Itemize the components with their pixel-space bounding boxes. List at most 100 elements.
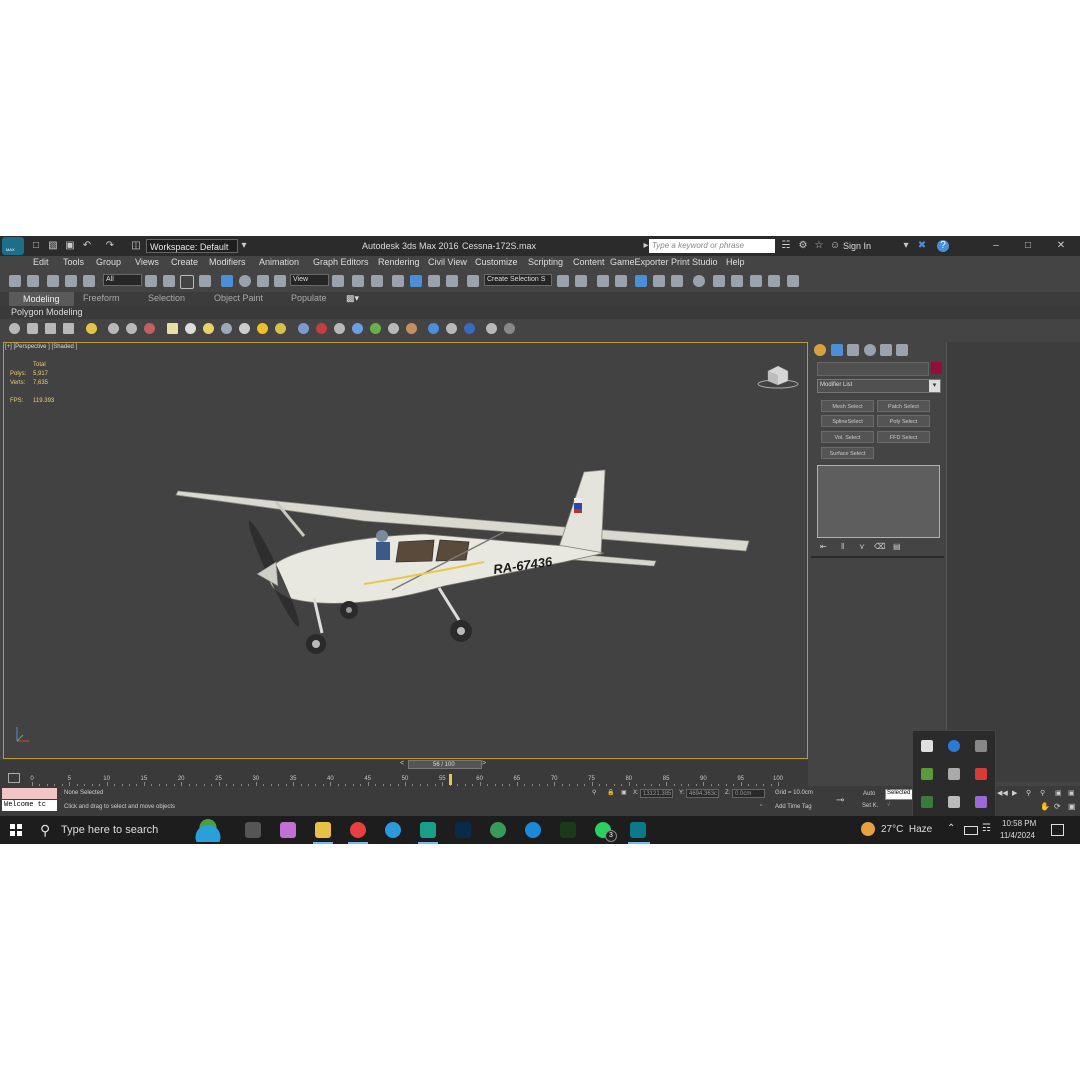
tool-icon-22[interactable] — [428, 323, 439, 334]
select-manipulate-icon[interactable] — [352, 275, 364, 287]
windows-start-icon[interactable] — [10, 824, 22, 836]
subscription-icon[interactable]: ⚙ — [797, 240, 809, 252]
save-icon[interactable]: ▣ — [64, 240, 76, 252]
ribbon-tab-object-paint[interactable]: Object Paint — [214, 293, 263, 303]
named-selection-set-dropdown[interactable]: Create Selection S — [484, 274, 552, 286]
clock-time[interactable]: 10:58 PM — [1002, 819, 1036, 828]
tool-icon-19[interactable] — [370, 323, 381, 334]
pivot-center-icon[interactable] — [332, 275, 344, 287]
nvidia-icon[interactable] — [921, 768, 933, 780]
display-tab-icon[interactable] — [880, 344, 892, 356]
curve-editor-icon[interactable] — [653, 275, 665, 287]
minimize-icon[interactable]: – — [990, 240, 1002, 252]
spline-select-button[interactable]: SplineSelect — [821, 415, 874, 427]
hemisphere-icon[interactable] — [185, 323, 196, 334]
key-filter-selected-box[interactable]: Selected — [885, 789, 913, 800]
selection-filter-dropdown[interactable]: All — [103, 274, 142, 286]
tool-icon-8[interactable] — [144, 323, 155, 334]
undo-tool-icon[interactable] — [9, 275, 21, 287]
tool-icon-23[interactable] — [446, 323, 457, 334]
open-file-icon[interactable]: ▧ — [47, 240, 59, 252]
poly-select-button[interactable]: Poly Select — [877, 415, 930, 427]
bind-space-warp-icon[interactable] — [83, 275, 95, 287]
menu-customize[interactable]: Customize — [475, 257, 518, 267]
rendered-frame-icon[interactable] — [731, 275, 743, 287]
workspace-chevron-icon[interactable]: ▾ — [238, 240, 250, 252]
file-explorer-icon[interactable] — [315, 822, 331, 838]
orbit-icon[interactable]: ⟳ — [1054, 802, 1061, 811]
modifier-list-dropdown[interactable]: Modifier List ▾ — [817, 379, 941, 393]
add-time-tag-text[interactable]: Add Time Tag — [775, 804, 812, 810]
menu-graph-editors[interactable]: Graph Editors — [313, 257, 369, 267]
create-tab-icon[interactable] — [814, 344, 826, 356]
grid-table-icon[interactable] — [63, 323, 74, 334]
zoom-all-icon[interactable]: ⚲ — [1040, 789, 1045, 797]
tool-icon-17[interactable] — [334, 323, 345, 334]
edit-named-selection-icon[interactable] — [467, 275, 479, 287]
tool-icon-25[interactable] — [486, 323, 497, 334]
chrome-icon[interactable] — [350, 822, 366, 838]
telegram-icon[interactable] — [385, 822, 401, 838]
y-coordinate-field[interactable]: 4694.363c — [686, 789, 719, 798]
task-view-icon[interactable] — [245, 822, 261, 838]
unlink-icon[interactable] — [65, 275, 77, 287]
ffd-select-button[interactable]: FFD Select — [877, 431, 930, 443]
z-coordinate-field[interactable]: 0.0cm — [732, 789, 765, 798]
select-object-icon[interactable] — [145, 275, 157, 287]
bowl-icon[interactable] — [221, 323, 232, 334]
pin-stack-icon[interactable]: ⇤ — [820, 542, 827, 551]
link-icon[interactable] — [47, 275, 59, 287]
menu-group[interactable]: Group — [96, 257, 121, 267]
lock-selection-icon[interactable]: 🔒 — [607, 789, 614, 796]
keyboard-shortcut-icon[interactable] — [371, 275, 383, 287]
select-by-name-icon[interactable] — [163, 275, 175, 287]
absolute-mode-icon[interactable]: ▣ — [621, 789, 627, 796]
modifier-stack[interactable] — [817, 465, 940, 538]
weather-text[interactable]: 27°C Haze — [881, 824, 932, 835]
select-and-scale-icon[interactable] — [257, 275, 269, 287]
configure-modifier-sets-icon[interactable]: ▤ — [893, 542, 901, 551]
menu-edit[interactable]: Edit — [33, 257, 49, 267]
surface-select-button[interactable]: Surface Select — [821, 447, 874, 459]
select-and-rotate-icon[interactable] — [239, 275, 251, 287]
project-folder-icon[interactable]: ◫ — [130, 240, 142, 252]
maxscript-listener-box[interactable] — [2, 788, 57, 799]
active-app-icon[interactable] — [630, 822, 646, 838]
copilot-icon[interactable] — [280, 822, 296, 838]
tool-icon-7[interactable] — [126, 323, 137, 334]
modify-tab-icon[interactable] — [831, 344, 843, 356]
time-next-icon[interactable]: > — [482, 760, 486, 767]
tool-icon-16[interactable] — [316, 323, 327, 334]
time-slider[interactable]: < 56 / 100 > — [0, 760, 808, 770]
tool-icon-24[interactable] — [464, 323, 475, 334]
menu-tools[interactable]: Tools — [63, 257, 84, 267]
taskbar-search-icon[interactable]: ⚲ — [40, 822, 50, 839]
table-icon[interactable] — [45, 323, 56, 334]
favorites-star-icon[interactable]: ☆ — [813, 240, 825, 252]
wifi-icon[interactable]: ☶ — [982, 823, 991, 834]
vol-select-button[interactable]: Vol. Select — [821, 431, 874, 443]
close-icon[interactable]: ✕ — [1055, 240, 1067, 252]
3dsmax-app-icon[interactable] — [420, 822, 436, 838]
place-icon[interactable] — [274, 275, 286, 287]
tool-icon-6[interactable] — [108, 323, 119, 334]
sphere-icon[interactable] — [203, 323, 214, 334]
window-crossing-icon[interactable] — [199, 275, 211, 287]
fusion-app-icon[interactable] — [490, 822, 506, 838]
tool-icon-20[interactable] — [388, 323, 399, 334]
pen-icon[interactable] — [975, 796, 987, 808]
show-end-result-icon[interactable]: ‖ — [841, 542, 844, 551]
app-logo-button[interactable]: MAX — [2, 237, 24, 255]
isolate-icon[interactable]: ⚲ — [592, 789, 596, 796]
menu-views[interactable]: Views — [135, 257, 159, 267]
reference-coordinate-dropdown[interactable]: View — [290, 274, 329, 286]
battery-icon[interactable] — [964, 826, 978, 835]
plane-primitive-icon[interactable] — [167, 323, 178, 334]
render-teapot-icon[interactable] — [750, 275, 762, 287]
maxscript-welcome-box[interactable]: Welcome tc — [2, 800, 57, 811]
schematic-view-icon[interactable] — [671, 275, 683, 287]
menu-modifiers[interactable]: Modifiers — [209, 257, 246, 267]
help-icon[interactable]: ? — [937, 240, 949, 252]
photoshop-icon[interactable] — [455, 822, 471, 838]
taskbar-search-box[interactable]: Type here to search — [61, 824, 158, 836]
